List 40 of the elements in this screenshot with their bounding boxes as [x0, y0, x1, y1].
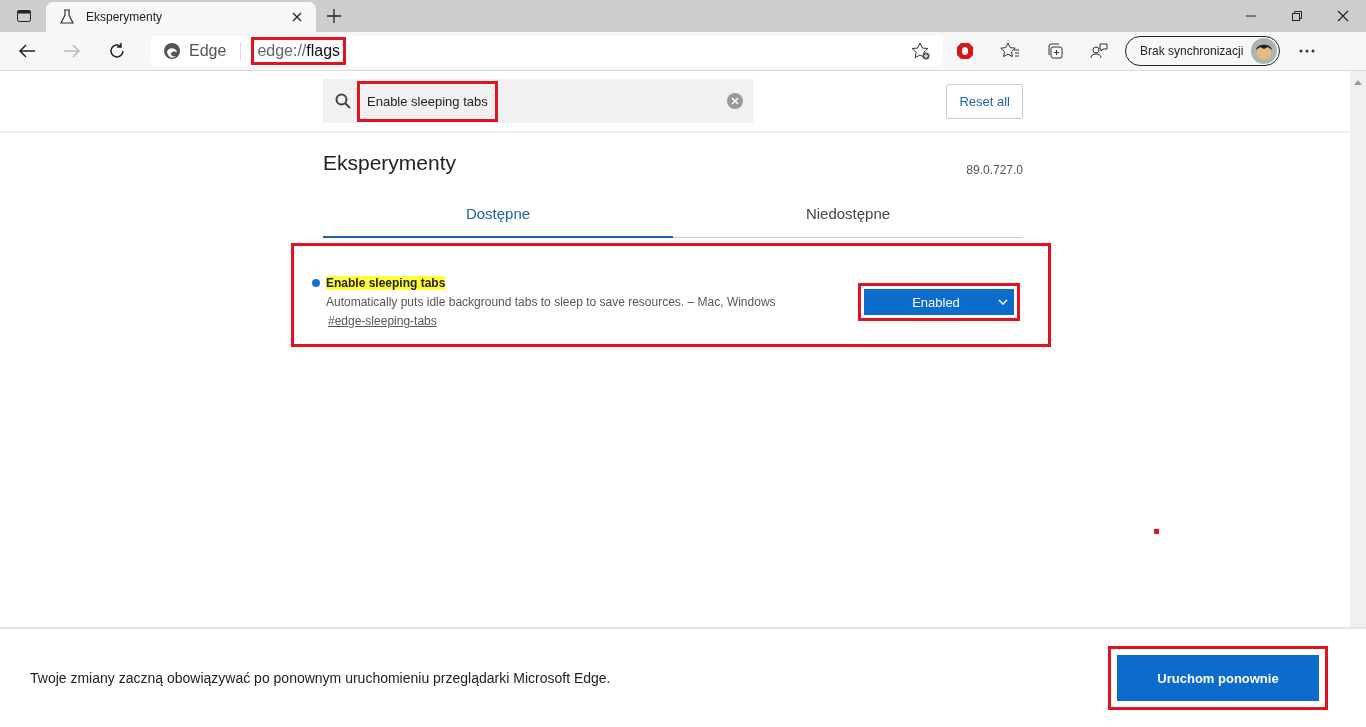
- new-tab-icon[interactable]: [326, 8, 342, 24]
- tab[interactable]: Niedostępne: [673, 199, 1023, 238]
- flag-link[interactable]: #edge-sleeping-tabs: [328, 314, 437, 328]
- add-favorite-icon[interactable]: [911, 42, 931, 60]
- restart-button[interactable]: Uruchom ponownie: [1117, 655, 1319, 701]
- favorites-icon[interactable]: [1000, 42, 1020, 60]
- browser-tab[interactable]: Eksperymenty: [46, 2, 316, 32]
- close-icon[interactable]: [292, 12, 302, 22]
- tab[interactable]: Dostępne: [323, 199, 673, 238]
- close-icon[interactable]: [1337, 10, 1349, 22]
- site-label: Edge: [189, 42, 227, 60]
- back-icon[interactable]: [18, 43, 36, 59]
- url-text: edge://flags: [257, 42, 341, 60]
- flag-dropdown[interactable]: Enabled: [864, 289, 1014, 315]
- version-text: 89.0.727.0: [966, 163, 1023, 177]
- modified-dot: [312, 279, 320, 287]
- reset-all-button[interactable]: Reset all: [946, 83, 1023, 119]
- flag-description: Automatically puts idle background tabs to sleep to save resources. – Mac, Windows: [326, 295, 777, 309]
- restart-message: Twoje zmiany zaczną obowiązywać po ponownym uruchomieniu przeglądarki Microsoft Edge.: [30, 670, 611, 686]
- page-title: Eksperymenty: [323, 151, 457, 175]
- flask-icon: [60, 9, 74, 25]
- collections-icon[interactable]: [1046, 42, 1064, 60]
- refresh-icon[interactable]: [108, 42, 126, 60]
- more-icon[interactable]: [1299, 49, 1316, 53]
- flag-name: Enable sleeping tabs: [326, 276, 446, 290]
- tab-actions-icon[interactable]: [16, 8, 32, 24]
- restore-icon[interactable]: [1291, 10, 1303, 22]
- chevron-icon: [998, 299, 1008, 305]
- search-text: Enable sleeping tabs: [366, 92, 489, 111]
- avatar-icon: [1251, 38, 1278, 64]
- scrollbar[interactable]: [1350, 71, 1366, 627]
- search-field[interactable]: Enable sleeping tabs: [323, 79, 753, 123]
- edge-logo-icon: [163, 42, 181, 60]
- clear-icon[interactable]: [727, 93, 743, 109]
- feedback-icon[interactable]: [1090, 42, 1108, 60]
- extension-icon[interactable]: [956, 42, 974, 60]
- address-bar[interactable]: Edge edge://flags: [151, 36, 943, 66]
- profile-label: Brak synchronizacji: [1140, 44, 1244, 58]
- search-icon: [335, 93, 351, 109]
- tab-title: Eksperymenty: [86, 10, 163, 24]
